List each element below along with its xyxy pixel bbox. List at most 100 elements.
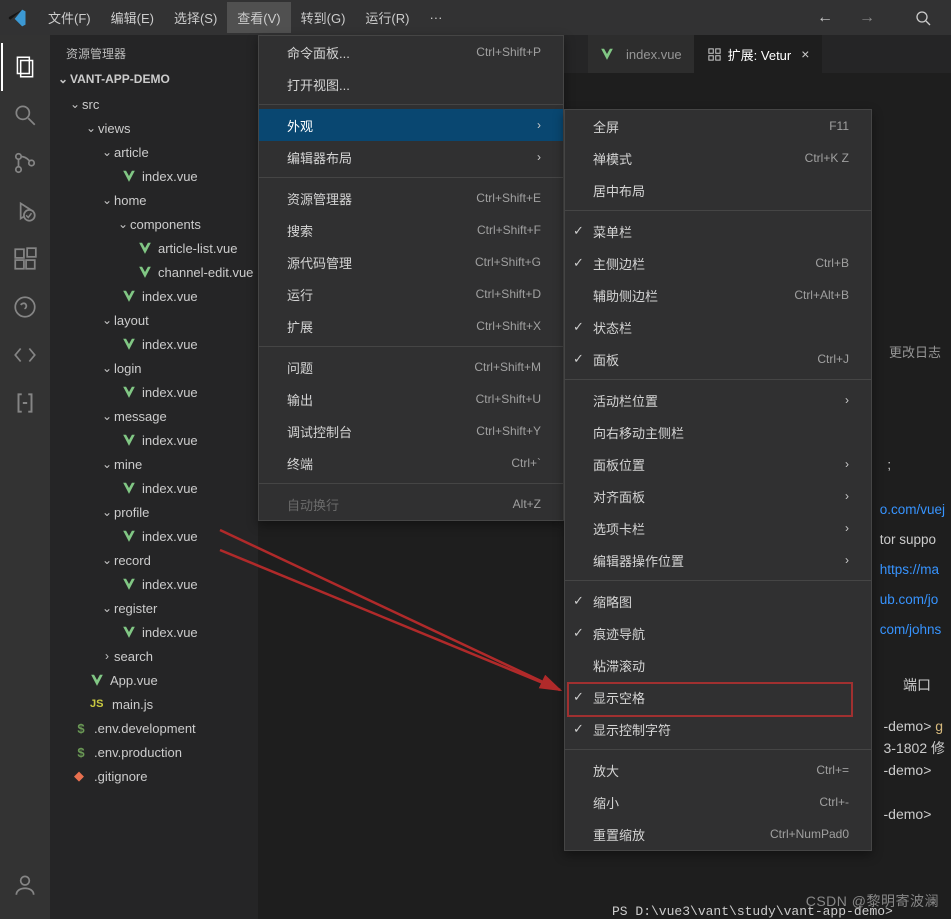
link[interactable]: o.com/vuej	[880, 495, 945, 525]
file-login-index[interactable]: index.vue	[50, 380, 258, 404]
menu-command-palette[interactable]: 命令面板...Ctrl+Shift+P	[259, 36, 563, 68]
nav-forward-icon[interactable]: →	[853, 7, 881, 29]
file-label: index.vue	[142, 337, 198, 352]
menu-selection[interactable]: 选择(S)	[164, 2, 227, 33]
menu-search[interactable]: 搜索Ctrl+Shift+F	[259, 214, 563, 246]
file-article-index[interactable]: index.vue	[50, 164, 258, 188]
menu-edit[interactable]: 编辑(E)	[101, 2, 164, 33]
file-app-vue[interactable]: App.vue	[50, 668, 258, 692]
menu-statusbar[interactable]: ✓状态栏	[565, 311, 871, 343]
menu-file[interactable]: 文件(F)	[38, 2, 101, 33]
menu-zoom-reset[interactable]: 重置缩放Ctrl+NumPad0	[565, 818, 871, 850]
file-channel-edit[interactable]: channel-edit.vue	[50, 260, 258, 284]
file-message-index[interactable]: index.vue	[50, 428, 258, 452]
folder-register[interactable]: ⌄register	[50, 596, 258, 620]
menu-overflow[interactable]: ···	[419, 4, 452, 31]
menu-run[interactable]: 运行(R)	[355, 2, 419, 33]
folder-label: mine	[114, 457, 142, 472]
menu-problems[interactable]: 问题Ctrl+Shift+M	[259, 351, 563, 383]
menu-align-panel[interactable]: 对齐面板›	[565, 480, 871, 512]
activity-search-icon[interactable]	[1, 91, 49, 139]
menu-scm[interactable]: 源代码管理Ctrl+Shift+G	[259, 246, 563, 278]
menu-zen-mode[interactable]: 禅模式Ctrl+K Z	[565, 142, 871, 174]
menu-zoom-in[interactable]: 放大Ctrl+=	[565, 754, 871, 786]
tab-index-vue[interactable]: index.vue	[588, 35, 695, 73]
file-profile-index[interactable]: index.vue	[50, 524, 258, 548]
menu-terminal[interactable]: 终端Ctrl+`	[259, 447, 563, 479]
folder-article[interactable]: ⌄article	[50, 140, 258, 164]
vue-icon	[122, 625, 136, 639]
folder-home[interactable]: ⌄home	[50, 188, 258, 212]
folder-search[interactable]: ›search	[50, 644, 258, 668]
link[interactable]: ub.com/jo	[880, 585, 945, 615]
menu-panel-position[interactable]: 面板位置›	[565, 448, 871, 480]
menu-zoom-out[interactable]: 缩小Ctrl+-	[565, 786, 871, 818]
folder-src[interactable]: ⌄src	[50, 92, 258, 116]
menu-centered-layout[interactable]: 居中布局	[565, 174, 871, 206]
changelog-tab[interactable]: 更改日志	[889, 342, 941, 361]
menu-primary-sidebar[interactable]: ✓主侧边栏Ctrl+B	[565, 247, 871, 279]
menu-render-control-chars[interactable]: ✓显示控制字符	[565, 713, 871, 745]
menu-view[interactable]: 查看(V)	[227, 2, 290, 33]
link[interactable]: https://ma	[880, 555, 945, 585]
folder-record[interactable]: ⌄record	[50, 548, 258, 572]
file-env-dev[interactable]: $.env.development	[50, 716, 258, 740]
tab-extension-vetur[interactable]: 扩展: Vetur ×	[695, 35, 823, 73]
file-record-index[interactable]: index.vue	[50, 572, 258, 596]
command-center-search-icon[interactable]	[895, 10, 931, 26]
folder-components[interactable]: ⌄components	[50, 212, 258, 236]
menu-sticky-scroll[interactable]: 粘滞滚动	[565, 649, 871, 681]
menu-activitybar-position[interactable]: 活动栏位置›	[565, 384, 871, 416]
file-env-prod[interactable]: $.env.production	[50, 740, 258, 764]
menu-extensions[interactable]: 扩展Ctrl+Shift+X	[259, 310, 563, 342]
menu-editor-layout[interactable]: 编辑器布局›	[259, 141, 563, 173]
file-mine-index[interactable]: index.vue	[50, 476, 258, 500]
menu-go[interactable]: 转到(G)	[291, 2, 356, 33]
file-article-list[interactable]: article-list.vue	[50, 236, 258, 260]
activity-scm-icon[interactable]	[1, 139, 49, 187]
menu-run-view[interactable]: 运行Ctrl+Shift+D	[259, 278, 563, 310]
link[interactable]: com/johns	[880, 615, 945, 645]
folder-views[interactable]: ⌄views	[50, 116, 258, 140]
folder-layout[interactable]: ⌄layout	[50, 308, 258, 332]
file-home-index[interactable]: index.vue	[50, 284, 258, 308]
menu-label: 痕迹导航	[593, 624, 645, 643]
file-register-index[interactable]: index.vue	[50, 620, 258, 644]
activity-chat-icon[interactable]	[1, 283, 49, 331]
activity-explorer-icon[interactable]	[1, 43, 49, 91]
menu-secondary-sidebar[interactable]: 辅助侧边栏Ctrl+Alt+B	[565, 279, 871, 311]
menu-tab-bar[interactable]: 选项卡栏›	[565, 512, 871, 544]
project-header[interactable]: ⌄ VANT-APP-DEMO	[50, 68, 258, 90]
menu-explorer[interactable]: 资源管理器Ctrl+Shift+E	[259, 182, 563, 214]
activity-extensions-icon[interactable]	[1, 235, 49, 283]
file-layout-index[interactable]: index.vue	[50, 332, 258, 356]
folder-mine[interactable]: ⌄mine	[50, 452, 258, 476]
menu-panel[interactable]: ✓面板Ctrl+J	[565, 343, 871, 375]
activity-debug-icon[interactable]	[1, 187, 49, 235]
menu-move-primary-right[interactable]: 向右移动主侧栏	[565, 416, 871, 448]
menu-debug-console[interactable]: 调试控制台Ctrl+Shift+Y	[259, 415, 563, 447]
activity-account-icon[interactable]	[1, 861, 49, 909]
activity-bracket-icon[interactable]	[1, 379, 49, 427]
terminal-ports-tab[interactable]: 端口	[903, 675, 931, 695]
menu-open-view[interactable]: 打开视图...	[259, 68, 563, 100]
nav-back-icon[interactable]: ←	[811, 7, 839, 29]
folder-login[interactable]: ⌄login	[50, 356, 258, 380]
activity-tags-icon[interactable]	[1, 331, 49, 379]
file-gitignore[interactable]: ◆.gitignore	[50, 764, 258, 788]
close-icon[interactable]: ×	[801, 46, 809, 62]
menu-word-wrap[interactable]: 自动换行Alt+Z	[259, 488, 563, 520]
menu-fullscreen[interactable]: 全屏F11	[565, 110, 871, 142]
file-main-js[interactable]: JSmain.js	[50, 692, 258, 716]
menu-label: 放大	[593, 761, 619, 780]
folder-message[interactable]: ⌄message	[50, 404, 258, 428]
menu-appearance[interactable]: 外观›	[259, 109, 563, 141]
menu-output[interactable]: 输出Ctrl+Shift+U	[259, 383, 563, 415]
menu-menubar[interactable]: ✓菜单栏	[565, 215, 871, 247]
menu-minimap[interactable]: ✓缩略图	[565, 585, 871, 617]
menu-editor-actions-position[interactable]: 编辑器操作位置›	[565, 544, 871, 576]
folder-profile[interactable]: ⌄profile	[50, 500, 258, 524]
vue-icon	[122, 385, 136, 399]
menu-render-whitespace[interactable]: ✓显示空格	[565, 681, 871, 713]
menu-breadcrumbs[interactable]: ✓痕迹导航	[565, 617, 871, 649]
